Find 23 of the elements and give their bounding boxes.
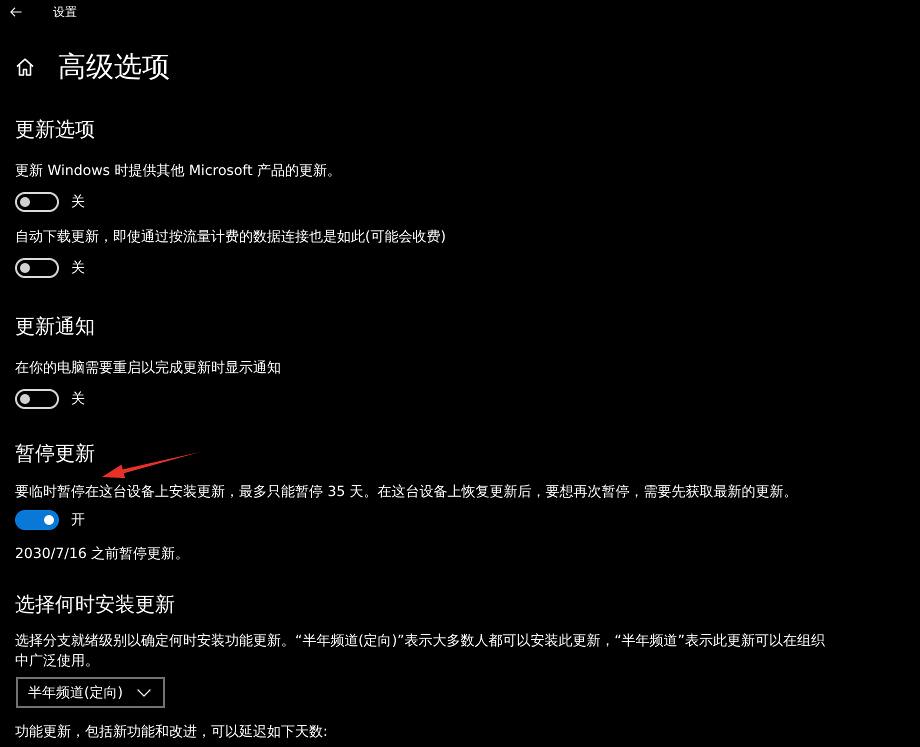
chevron-down-icon [136,688,151,696]
setting-label: 要临时暂停在这台设备上安装更新，最多只能暂停 35 天。在这台设备上恢复更新后，要想再次暂停，需要先获取最新的更新。 [15,483,798,502]
toggle-switch[interactable] [15,510,59,530]
channel-dropdown[interactable]: 半年频道(定向) [16,677,165,708]
arrow-left-icon [10,7,22,17]
setting-label: 在你的电脑需要重启以完成更新时显示通知 [15,359,281,378]
section-heading: 更新通知 [15,313,95,340]
toggle-state-label: 开 [71,511,85,529]
section-heading: 选择何时安装更新 [15,591,175,618]
section-heading: 更新选项 [15,116,95,143]
toggle-state-label: 关 [71,390,85,408]
note-text: 2030/7/16 之前暂停更新。 [15,545,190,564]
description-text: 选择分支就绪级别以确定何时安装功能更新。“半年频道(定向)”表示大多数人都可以安装此更新，“半年频道”表示此更新可以在组织中广泛使用。 [15,632,826,671]
setting-label: 更新 Windows 时提供其他 Microsoft 产品的更新。 [15,162,342,181]
toggle-state-label: 关 [71,193,85,211]
home-icon [16,58,34,76]
back-button[interactable] [9,5,23,19]
section-heading: 暂停更新 [15,440,95,467]
window-title: 设置 [53,4,77,20]
setting-label: 自动下载更新，即使通过按流量计费的数据连接也是如此(可能会收费) [15,228,446,247]
toggle-state-label: 关 [71,259,85,277]
note-text: 功能更新，包括新功能和改进，可以延迟如下天数: [15,723,328,742]
page-title: 高级选项 [58,49,170,85]
